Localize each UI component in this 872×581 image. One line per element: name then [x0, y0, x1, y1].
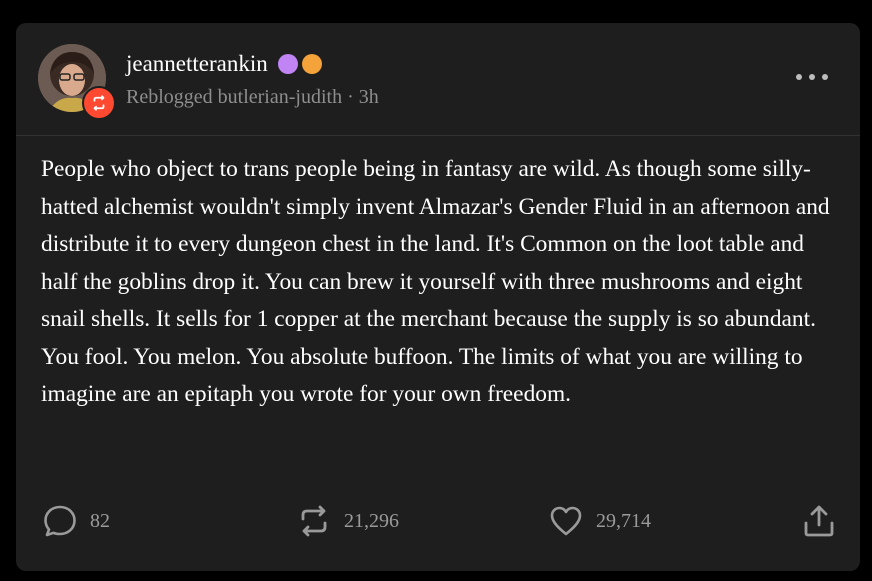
orange-paw-badge-icon[interactable]: [301, 54, 322, 74]
share-button[interactable]: [802, 503, 836, 539]
purple-badge-icon[interactable]: [277, 54, 298, 74]
post-card: jeannetterankin Reblogged butlerian-judi…: [16, 23, 860, 571]
post-body: People who object to trans people being …: [41, 156, 830, 407]
more-dot-icon: [796, 74, 802, 80]
heart-icon: [548, 503, 584, 539]
reblog-button[interactable]: 21,296: [296, 503, 399, 539]
like-button[interactable]: 29,714: [548, 503, 651, 539]
post-actions: 82 21,296 29,714: [16, 499, 860, 547]
like-count: 29,714: [596, 509, 651, 532]
reblog-count: 21,296: [344, 509, 399, 532]
speech-bubble-icon: [42, 503, 78, 539]
reply-count: 82: [90, 509, 110, 532]
more-options-button[interactable]: [796, 67, 828, 87]
reply-button[interactable]: 82: [42, 503, 110, 539]
username-row: jeannetterankin: [126, 49, 322, 79]
share-upload-icon: [802, 503, 836, 539]
avatar-container[interactable]: [38, 44, 116, 120]
reblog-badge: [82, 86, 116, 120]
username-link[interactable]: jeannetterankin: [126, 49, 268, 79]
more-dot-icon: [822, 74, 828, 80]
post-header: jeannetterankin Reblogged butlerian-judi…: [16, 23, 860, 136]
reblog-meta[interactable]: Reblogged butlerian-judith · 3h: [126, 83, 379, 111]
reblog-badge-icon: [93, 95, 105, 111]
reblog-icon: [296, 503, 332, 539]
more-dot-icon: [809, 74, 815, 80]
